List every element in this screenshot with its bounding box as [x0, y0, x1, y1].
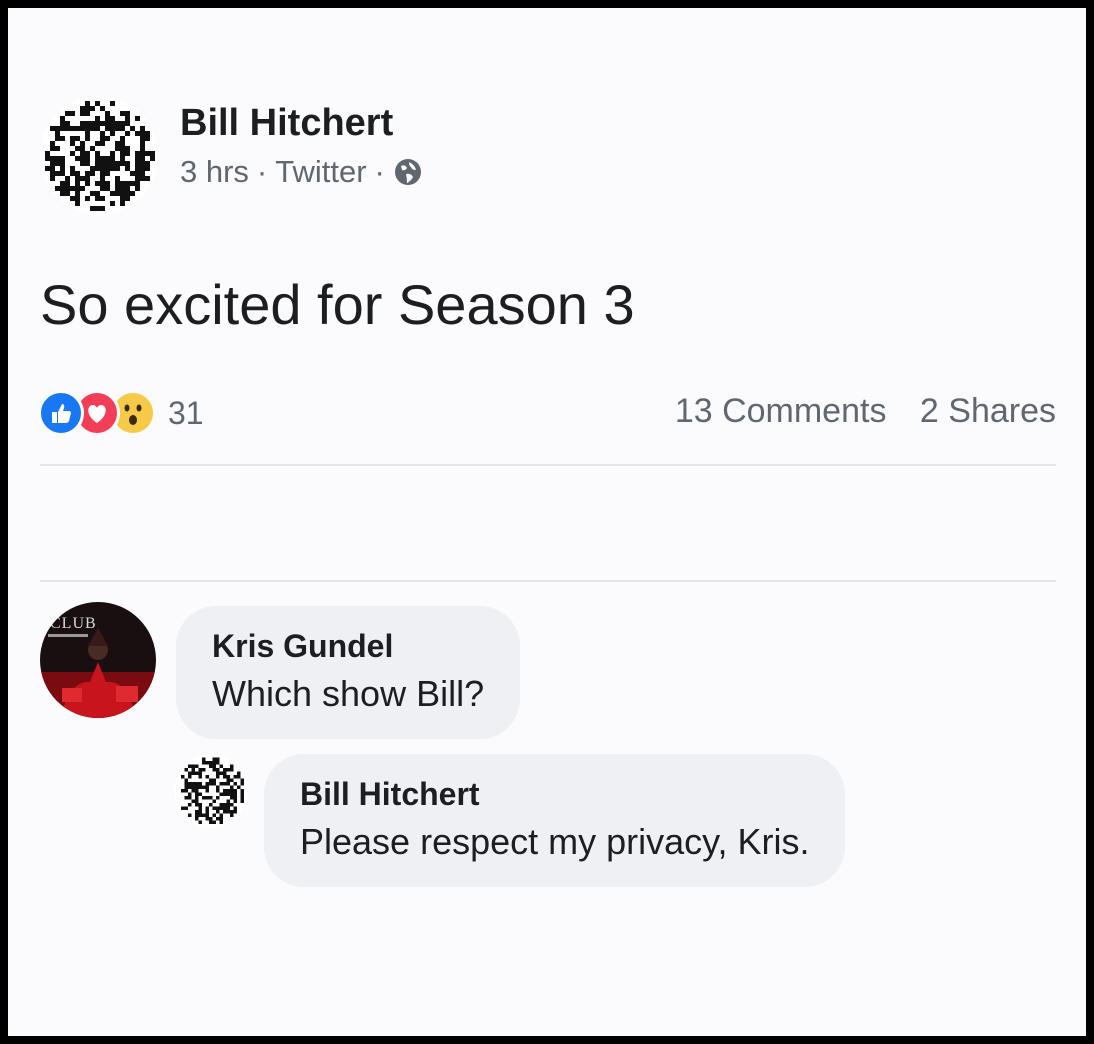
meta-separator: ·: [256, 154, 268, 189]
engagement-counts: 13 Comments 2 Shares: [675, 392, 1056, 431]
reply-author-avatar[interactable]: [174, 754, 248, 828]
post-author-name[interactable]: Bill Hitchert: [180, 102, 393, 145]
post-meta: 3 hrs · Twitter ·: [180, 154, 423, 190]
reaction-count: 31: [168, 394, 204, 431]
comments-count-link[interactable]: 13 Comments: [675, 392, 887, 430]
reply-bubble[interactable]: Bill Hitchert Please respect my privacy,…: [264, 754, 846, 887]
divider-top: [40, 464, 1056, 466]
post-text: So excited for Season 3: [40, 273, 635, 336]
divider-bottom: [40, 580, 1056, 582]
post-timestamp[interactable]: 3 hrs: [180, 154, 249, 190]
post-source: Twitter: [275, 154, 367, 189]
author-avatar[interactable]: [40, 96, 158, 214]
like-icon: [38, 390, 84, 436]
globe-icon: [393, 157, 423, 187]
avatar-text: CLUB: [50, 615, 97, 632]
commenter-avatar[interactable]: CLUB: [40, 602, 156, 718]
reply-author-name[interactable]: Bill Hitchert: [300, 776, 809, 813]
comment-text: Which show Bill?: [212, 673, 485, 714]
reply-text: Please respect my privacy, Kris.: [300, 821, 810, 862]
shares-count-link[interactable]: 2 Shares: [920, 392, 1056, 430]
comment-author-name[interactable]: Kris Gundel: [212, 628, 484, 665]
facebook-post-card: Bill Hitchert 3 hrs · Twitter · So excit…: [8, 8, 1086, 1036]
comment-bubble[interactable]: Kris Gundel Which show Bill?: [176, 606, 521, 739]
meta-separator: ·: [374, 154, 385, 189]
reactions-summary[interactable]: 31: [38, 388, 204, 438]
